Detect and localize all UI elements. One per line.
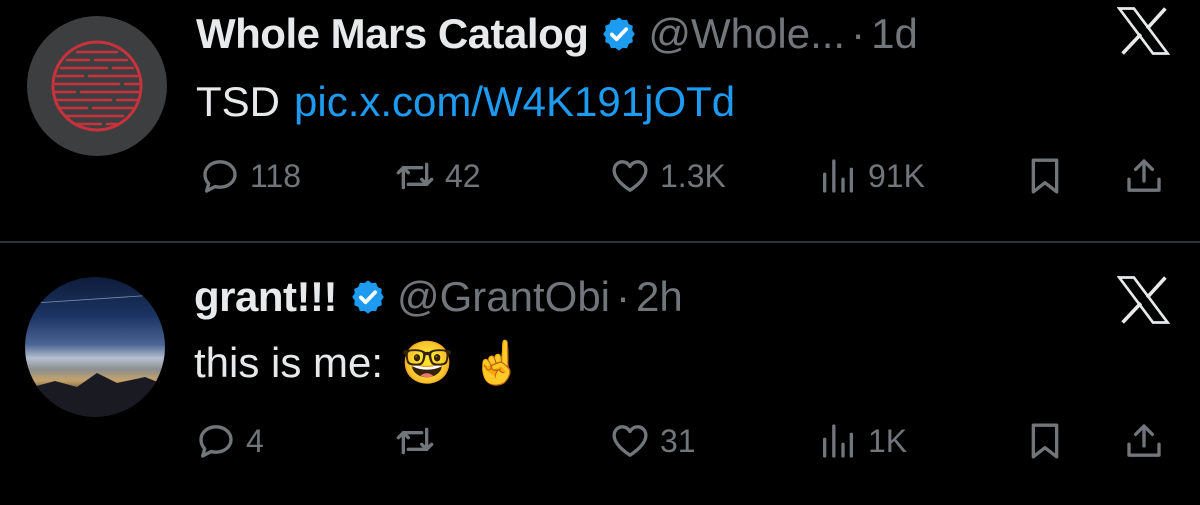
avatar-whole-mars-catalog[interactable]: [27, 16, 167, 156]
tweet-header: Whole Mars Catalog @Whole... · 1d: [196, 4, 918, 64]
reply-count: 4: [246, 422, 264, 459]
user-handle[interactable]: @GrantObi: [397, 273, 610, 321]
tweet-body: this is me:: [194, 339, 384, 386]
retweet-icon: [396, 427, 434, 455]
tweet-text: TSD pic.x.com/W4K191jOTd: [196, 72, 735, 132]
bookmark-icon: [1031, 423, 1059, 459]
tweet-header: grant!!! @GrantObi · 2h: [194, 267, 683, 327]
views-icon: [823, 159, 853, 193]
bookmark-button[interactable]: [1025, 156, 1065, 196]
x-logo-icon[interactable]: [1117, 275, 1171, 325]
x-logo-icon[interactable]: [1117, 6, 1171, 56]
verified-badge-icon: [603, 17, 636, 51]
pointing-up-emoji: ☝️: [471, 338, 524, 386]
tweet-body: TSD: [196, 78, 280, 125]
view-count: 91K: [868, 157, 925, 194]
verified-badge-icon: [352, 280, 384, 314]
like-count: 1.3K: [660, 157, 726, 194]
media-link[interactable]: pic.x.com/W4K191jOTd: [294, 78, 735, 126]
like-button[interactable]: 1.3K: [610, 156, 726, 196]
like-button[interactable]: 31: [610, 421, 696, 461]
share-button[interactable]: [1124, 156, 1164, 196]
view-count: 1K: [868, 422, 908, 459]
reply-button[interactable]: 4: [196, 421, 264, 461]
separator-dot: ·: [851, 10, 866, 57]
like-icon: [612, 425, 648, 457]
tweet-text: this is me: 🤓 ☝️: [194, 333, 524, 393]
reply-count: 118: [250, 157, 302, 194]
display-name[interactable]: Whole Mars Catalog: [196, 10, 589, 58]
tweet-1[interactable]: Whole Mars Catalog @Whole... · 1d TSD pi…: [0, 0, 1200, 241]
planet-logo-icon: [51, 40, 143, 132]
timestamp[interactable]: 1d: [871, 10, 918, 58]
views-icon: [823, 424, 853, 458]
retweet-icon: [396, 162, 434, 190]
reply-icon: [203, 160, 237, 193]
display-name[interactable]: grant!!!: [194, 273, 337, 321]
tweet-2[interactable]: grant!!! @GrantObi · 2h this is me: 🤓 ☝️…: [0, 243, 1200, 505]
timestamp[interactable]: 2h: [636, 273, 683, 321]
share-icon: [1127, 159, 1161, 192]
bookmark-icon: [1031, 158, 1059, 194]
nerd-face-emoji: 🤓: [401, 338, 454, 386]
views-button[interactable]: 91K: [818, 156, 925, 196]
bookmark-button[interactable]: [1025, 421, 1065, 461]
retweet-button[interactable]: 42: [395, 156, 481, 196]
retweet-button[interactable]: [395, 421, 435, 461]
avatar-grant[interactable]: [25, 277, 165, 417]
like-count: 31: [660, 422, 696, 459]
like-icon: [612, 160, 648, 192]
reply-icon: [199, 425, 233, 458]
share-button[interactable]: [1124, 421, 1164, 461]
reply-button[interactable]: 118: [200, 156, 301, 196]
share-icon: [1127, 424, 1161, 457]
separator-dot: ·: [616, 273, 631, 320]
views-button[interactable]: 1K: [818, 421, 907, 461]
retweet-count: 42: [445, 157, 481, 194]
user-handle[interactable]: @Whole...: [648, 10, 845, 58]
landscape-photo: [25, 294, 165, 417]
